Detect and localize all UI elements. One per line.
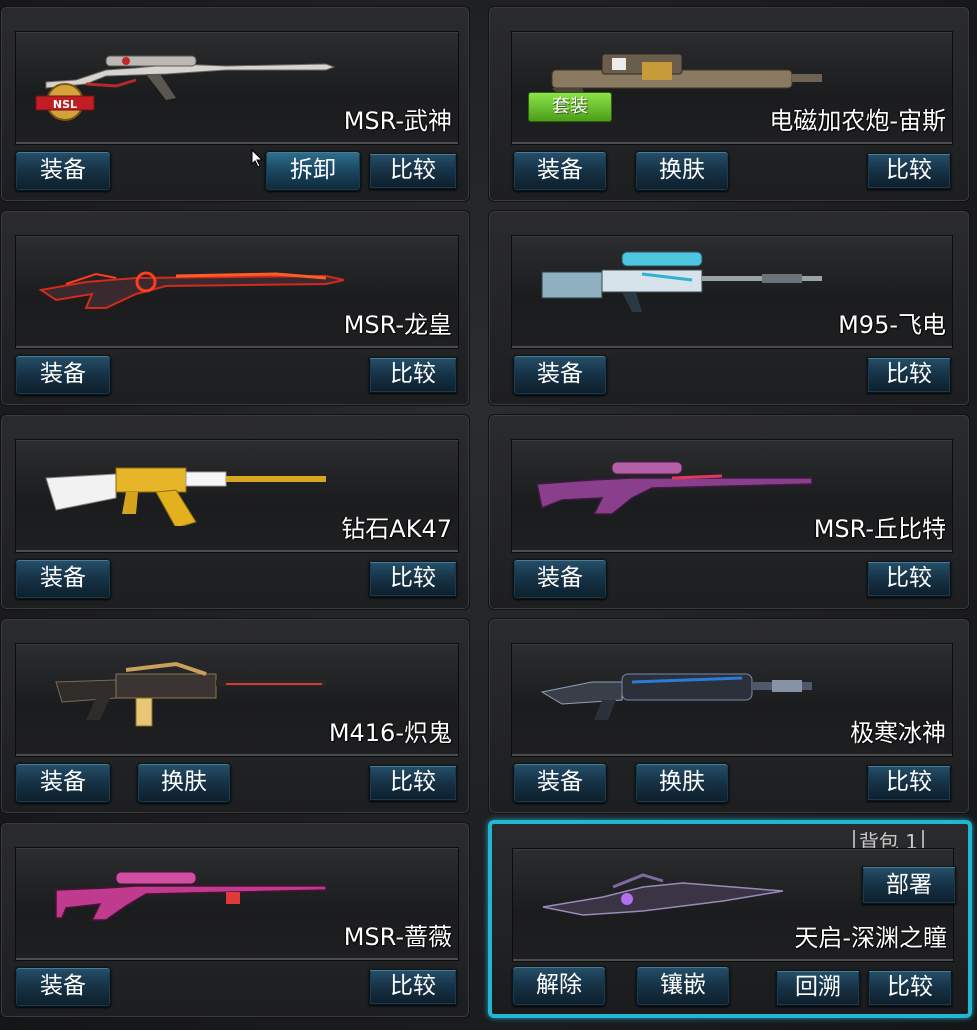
- equip-button[interactable]: 装备: [15, 355, 111, 395]
- compare-button[interactable]: 比较: [369, 561, 457, 597]
- assault-rifle-image: [55, 661, 326, 727]
- skin-button[interactable]: 换肤: [137, 763, 231, 803]
- deploy-button[interactable]: 部署: [862, 866, 956, 904]
- weapon-slot-msr-longhuang[interactable]: MSR-龙皇 装备 比较: [0, 210, 470, 406]
- weapon-slot-railgun-zeus[interactable]: 套装 电磁加农炮-宙斯 装备 换肤 比较: [488, 6, 970, 202]
- weapon-preview: MSR-丘比特: [511, 439, 953, 553]
- weapon-slot-jihan-bingshen[interactable]: 极寒冰神 装备 换肤 比较: [488, 618, 970, 814]
- compare-button[interactable]: 比较: [867, 765, 951, 801]
- assault-rifle-image: [540, 673, 812, 720]
- weapon-name: 钻石AK47: [341, 515, 452, 543]
- compare-button[interactable]: 比较: [369, 153, 457, 189]
- skin-button[interactable]: 换肤: [635, 151, 729, 191]
- mouse-cursor-icon: [251, 149, 264, 168]
- compare-button[interactable]: 比较: [867, 357, 951, 393]
- remove-button[interactable]: 解除: [512, 966, 606, 1006]
- weapon-preview: 套装 电磁加农炮-宙斯: [511, 31, 953, 145]
- weapon-preview: NSL MSR-武神: [15, 31, 459, 145]
- weapon-slot-m95-feidian[interactable]: M95-飞电 装备 比较: [488, 210, 970, 406]
- equip-button[interactable]: 装备: [513, 763, 607, 803]
- weapon-name: MSR-丘比特: [813, 515, 946, 543]
- equip-button[interactable]: 装备: [15, 967, 111, 1007]
- weapon-name: 极寒冰神: [850, 719, 946, 747]
- compare-button[interactable]: 比较: [369, 969, 457, 1005]
- weapon-preview: MSR-龙皇: [15, 235, 459, 349]
- weapon-name: MSR-龙皇: [343, 311, 452, 339]
- equip-button[interactable]: 装备: [15, 559, 111, 599]
- equip-button[interactable]: 装备: [513, 151, 607, 191]
- equip-button[interactable]: 装备: [15, 151, 111, 191]
- weapon-slot-diamond-ak47[interactable]: 钻石AK47 装备 比较: [0, 414, 470, 610]
- weapon-name: MSR-武神: [343, 107, 452, 135]
- sniper-rifle-image: [541, 251, 822, 312]
- weapon-name: M95-飞电: [838, 311, 946, 339]
- weapon-preview: 钻石AK47: [15, 439, 459, 553]
- compare-button[interactable]: 比较: [867, 153, 951, 189]
- compare-button[interactable]: 比较: [369, 765, 457, 801]
- compare-button[interactable]: 比较: [867, 561, 951, 597]
- weapon-name: M416-炽鬼: [328, 719, 452, 747]
- weapon-preview: M416-炽鬼: [15, 643, 459, 757]
- equip-button[interactable]: 装备: [513, 559, 607, 599]
- inlay-button[interactable]: 镶嵌: [636, 966, 730, 1006]
- weapon-name: 电磁加农炮-宙斯: [769, 107, 946, 135]
- rollback-button[interactable]: 回溯: [776, 970, 860, 1006]
- nsl-badge-icon: NSL: [35, 83, 95, 121]
- weapon-slot-m416-chigui[interactable]: M416-炽鬼 装备 换肤 比较: [0, 618, 470, 814]
- weapon-slot-msr-qiangwei[interactable]: MSR-蔷薇 装备 比较: [0, 822, 470, 1018]
- weapon-slot-tianqi-shenyuan[interactable]: 背包 1 天启-深渊之瞳 部署 解除 镶嵌 回溯 比较: [488, 820, 972, 1018]
- suit-badge: 套装: [528, 92, 612, 122]
- sniper-rifle-image: [536, 461, 813, 515]
- sniper-rifle-image: [55, 871, 327, 921]
- unequip-button[interactable]: 拆卸: [265, 151, 361, 191]
- skin-button[interactable]: 换肤: [635, 763, 729, 803]
- nsl-badge-text: NSL: [53, 98, 77, 111]
- assault-rifle-image: [45, 467, 326, 526]
- weapon-slot-msr-wushen[interactable]: NSL MSR-武神 装备 拆卸 比较: [0, 6, 470, 202]
- compare-button[interactable]: 比较: [868, 970, 952, 1006]
- compare-button[interactable]: 比较: [369, 357, 457, 393]
- weapon-preview: MSR-蔷薇: [15, 847, 459, 961]
- weapon-name: 天启-深渊之瞳: [794, 924, 947, 952]
- weapon-preview: M95-飞电: [511, 235, 953, 349]
- weapon-name: MSR-蔷薇: [343, 923, 452, 951]
- weapon-preview: 极寒冰神: [511, 643, 953, 757]
- equip-button[interactable]: 装备: [15, 763, 111, 803]
- equip-button[interactable]: 装备: [513, 355, 607, 395]
- weapon-slot-msr-cupid[interactable]: MSR-丘比特 装备 比较: [488, 414, 970, 610]
- sniper-rifle-image: [38, 271, 345, 309]
